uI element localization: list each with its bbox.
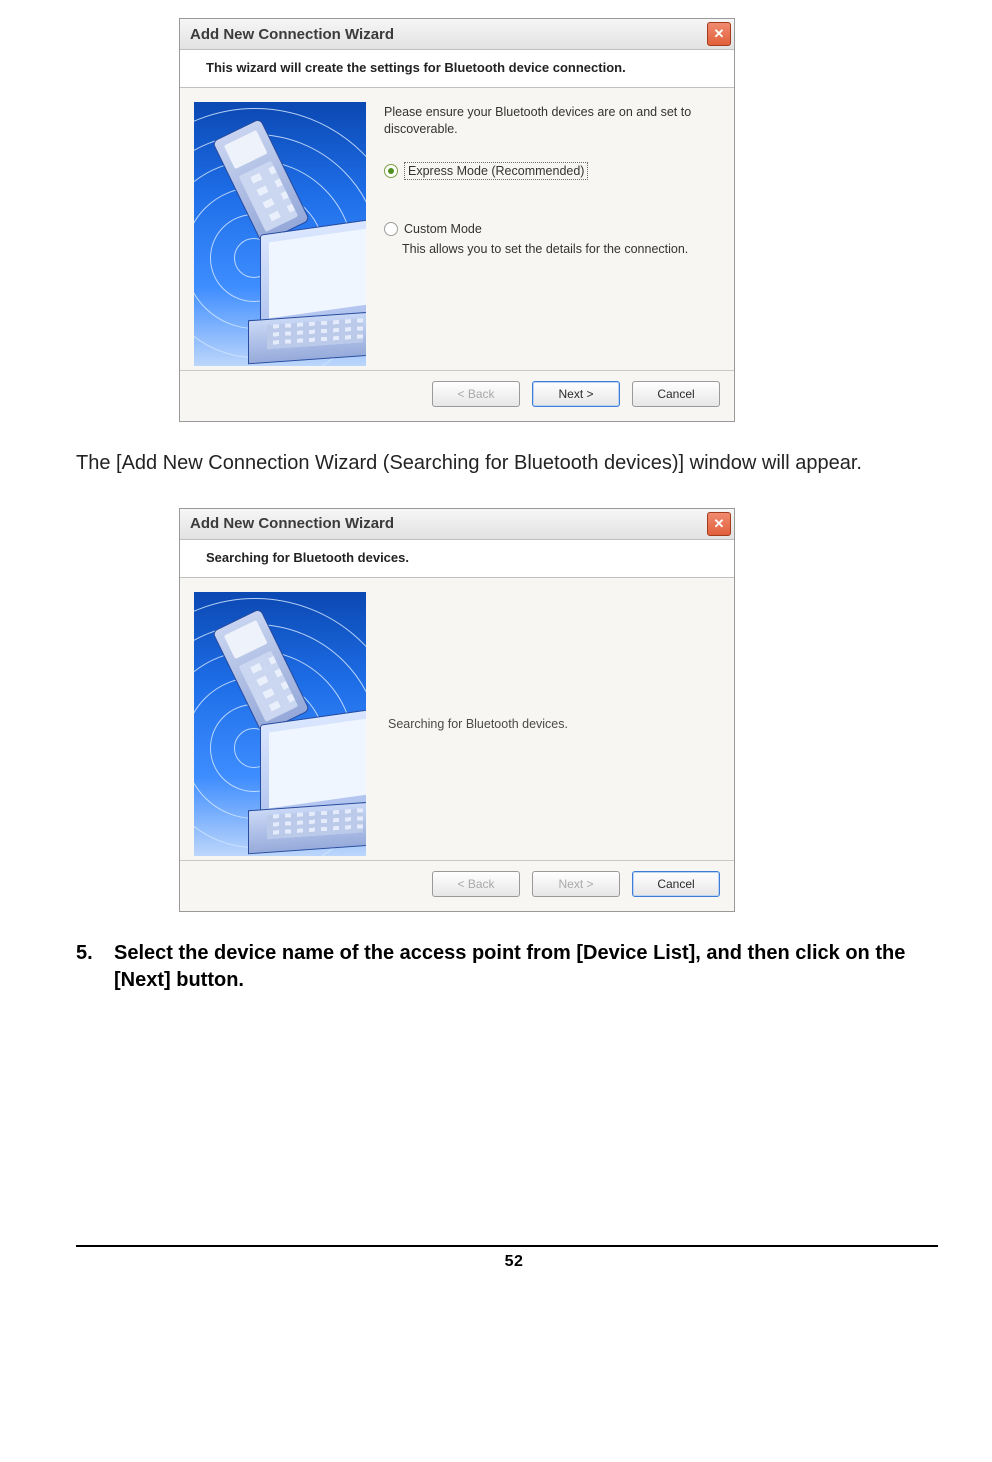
radio-custom-mode[interactable]: Custom Mode [384, 222, 720, 236]
wizard-heading: This wizard will create the settings for… [180, 50, 734, 88]
status-text: Searching for Bluetooth devices. [384, 592, 720, 856]
page-number: 52 [76, 1253, 952, 1285]
wizard-illustration [194, 102, 366, 366]
back-button[interactable]: < Back [432, 871, 520, 897]
wizard-dialog-2: Add New Connection Wizard ✕ Searching fo… [179, 508, 735, 912]
cancel-button[interactable]: Cancel [632, 381, 720, 407]
wizard-dialog-1: Add New Connection Wizard ✕ This wizard … [179, 18, 735, 422]
close-button[interactable]: ✕ [707, 22, 731, 46]
doc-paragraph: The [Add New Connection Wizard (Searchin… [76, 450, 952, 478]
wizard-heading: Searching for Bluetooth devices. [180, 540, 734, 578]
radio-express-mode[interactable]: Express Mode (Recommended) [384, 162, 720, 180]
next-button[interactable]: Next > [532, 871, 620, 897]
radio-unselected-icon [384, 222, 398, 236]
close-button[interactable]: ✕ [707, 512, 731, 536]
intro-text: Please ensure your Bluetooth devices are… [384, 104, 720, 138]
step-number: 5. [76, 940, 100, 995]
cancel-button[interactable]: Cancel [632, 871, 720, 897]
close-icon: ✕ [714, 516, 725, 532]
radio-selected-icon [384, 164, 398, 178]
radio-custom-subtext: This allows you to set the details for t… [402, 242, 720, 256]
titlebar[interactable]: Add New Connection Wizard ✕ [180, 19, 734, 50]
radio-express-label: Express Mode (Recommended) [404, 162, 588, 180]
titlebar[interactable]: Add New Connection Wizard ✕ [180, 509, 734, 540]
back-button[interactable]: < Back [432, 381, 520, 407]
close-icon: ✕ [714, 26, 725, 42]
step-5: 5. Select the device name of the access … [76, 940, 940, 995]
radio-custom-label: Custom Mode [404, 222, 482, 236]
window-title: Add New Connection Wizard [190, 515, 394, 532]
wizard-illustration [194, 592, 366, 856]
footer-divider [76, 1245, 938, 1247]
step-text: Select the device name of the access poi… [114, 940, 940, 995]
next-button[interactable]: Next > [532, 381, 620, 407]
window-title: Add New Connection Wizard [190, 26, 394, 43]
